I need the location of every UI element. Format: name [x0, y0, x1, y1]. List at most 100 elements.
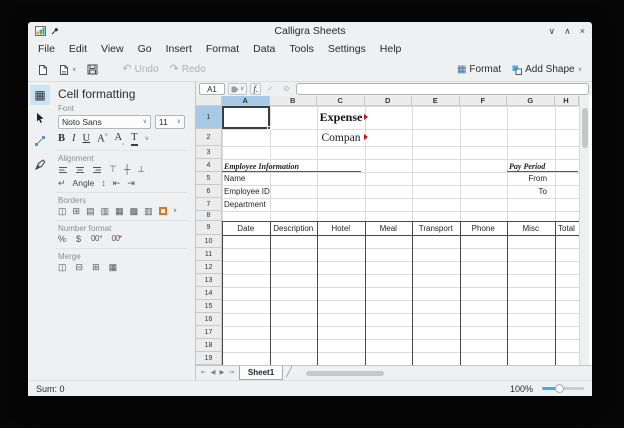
border-right-button[interactable]: ⊞ — [73, 207, 81, 216]
row-header-8[interactable]: 8 — [196, 211, 222, 221]
row-header-7[interactable]: 7 — [196, 198, 222, 211]
close-button[interactable]: × — [580, 27, 585, 36]
align-left-button[interactable] — [58, 165, 68, 175]
row-header-2[interactable]: 2 — [196, 129, 222, 146]
row-header-12[interactable]: 12 — [196, 261, 222, 274]
cell-reference-box[interactable]: A1 — [199, 83, 225, 95]
align-top-button[interactable]: ⊤ — [109, 165, 117, 174]
row-header-16[interactable]: 16 — [196, 313, 222, 326]
connector-tool-button[interactable] — [30, 131, 50, 151]
cell-company-subtitle[interactable]: Compan — [315, 129, 367, 146]
cancel-edit-button[interactable]: ⊘ — [280, 83, 293, 95]
pen-tool-button[interactable] — [30, 154, 50, 174]
superscript-button[interactable]: A^ — [97, 133, 107, 145]
cell-name-label[interactable]: Name — [224, 172, 245, 185]
vertical-text-button[interactable]: ↕ — [101, 179, 106, 188]
sheet-grid[interactable]: Expense Compan Employee Information Pay … — [196, 96, 592, 365]
border-color-button[interactable] — [159, 207, 167, 215]
first-sheet-button[interactable]: ⇤ — [201, 370, 206, 377]
menu-insert[interactable]: Insert — [159, 42, 199, 56]
money-format-button[interactable]: $ — [76, 235, 81, 244]
row-header-13[interactable]: 13 — [196, 274, 222, 287]
font-family-select[interactable]: Noto Sans ∨ — [58, 115, 151, 129]
row-header-18[interactable]: 18 — [196, 339, 222, 352]
cell-table-header-phone[interactable]: Phone — [460, 221, 508, 235]
redo-button[interactable]: ↷ Redo — [167, 62, 209, 77]
decrease-precision-button[interactable]: 00▸ — [111, 235, 121, 243]
border-all-button[interactable]: ▦ — [115, 207, 124, 216]
align-center-button[interactable] — [75, 165, 85, 175]
column-header-h[interactable]: H — [555, 96, 579, 106]
column-header-b[interactable]: B — [270, 96, 318, 106]
vertical-scrollbar-thumb[interactable] — [582, 108, 588, 148]
italic-button[interactable]: I — [72, 134, 76, 145]
unmerge-cells-button[interactable]: ▦ — [109, 263, 118, 272]
menu-edit[interactable]: Edit — [62, 42, 94, 56]
cell-table-header-meal[interactable]: Meal — [365, 221, 413, 235]
bold-button[interactable]: B — [58, 134, 65, 145]
menu-settings[interactable]: Settings — [321, 42, 373, 56]
cell-pay-period[interactable]: Pay Period — [507, 159, 578, 172]
cell-department-label[interactable]: Department — [224, 198, 266, 211]
apply-button[interactable]: ✓ — [264, 83, 277, 95]
cell-table-header-description[interactable]: Description — [270, 221, 318, 235]
formula-button[interactable]: f. — [250, 83, 261, 95]
merge-horizontal-button[interactable]: ⊟ — [76, 263, 84, 272]
cell-table-header-transport[interactable]: Transport — [412, 221, 460, 235]
cell-tool-button[interactable]: ▦ — [30, 85, 50, 105]
row-header-6[interactable]: 6 — [196, 185, 222, 198]
open-document-button[interactable]: ∨ — [56, 62, 79, 78]
menu-format[interactable]: Format — [199, 42, 246, 56]
row-header-4[interactable]: 4 — [196, 159, 222, 172]
decrease-indent-button[interactable]: ⇤ — [113, 179, 121, 188]
vertical-scrollbar[interactable] — [579, 96, 589, 365]
menu-view[interactable]: View — [94, 42, 131, 56]
column-header-c[interactable]: C — [317, 96, 365, 106]
open-dropdown-chevron-icon[interactable]: ∨ — [72, 67, 76, 73]
column-header-d[interactable]: D — [365, 96, 413, 106]
subscript-button[interactable]: Aˬ — [115, 133, 125, 145]
border-remove-button[interactable]: ▥ — [144, 207, 153, 216]
selection-fill-handle[interactable] — [267, 126, 271, 130]
cell-employee-information[interactable]: Employee Information — [222, 159, 361, 172]
increase-precision-button[interactable]: 00◂ — [91, 235, 101, 243]
cell-employee-id-label[interactable]: Employee ID — [224, 185, 270, 198]
angle-button[interactable]: Angle — [73, 179, 95, 188]
last-sheet-button[interactable]: ⇥ — [228, 370, 233, 377]
row-header-14[interactable]: 14 — [196, 287, 222, 300]
sheet-tab[interactable]: Sheet1 — [239, 366, 283, 380]
menu-data[interactable]: Data — [246, 42, 282, 56]
cell-table-header-misc[interactable]: Misc — [507, 221, 555, 235]
column-header-e[interactable]: E — [412, 96, 460, 106]
merge-vertical-button[interactable]: ⊞ — [92, 263, 100, 272]
maximize-button[interactable]: ∧ — [564, 27, 571, 36]
menu-go[interactable]: Go — [131, 42, 159, 56]
row-header-15[interactable]: 15 — [196, 300, 222, 313]
border-bottom-button[interactable]: ▥ — [101, 207, 110, 216]
formula-input[interactable] — [296, 83, 589, 95]
menu-help[interactable]: Help — [373, 42, 409, 56]
menu-file[interactable]: File — [31, 42, 62, 56]
align-bottom-button[interactable]: ⊥ — [137, 165, 145, 174]
row-header-9[interactable]: 9 — [196, 221, 222, 235]
selected-cell-a1[interactable] — [222, 106, 270, 129]
select-all-corner[interactable] — [196, 96, 222, 106]
underline-button[interactable]: U — [83, 134, 91, 145]
cell-table-header-date[interactable]: Date — [222, 221, 270, 235]
column-header-f[interactable]: F — [460, 96, 508, 106]
format-button[interactable]: ▦ Format — [454, 63, 504, 77]
text-color-button[interactable]: T — [131, 133, 137, 146]
border-color-chevron-icon[interactable]: ∨ — [173, 208, 177, 214]
column-header-g[interactable]: G — [507, 96, 555, 106]
minimize-button[interactable]: ∨ — [549, 27, 556, 36]
row-header-19[interactable]: 19 — [196, 352, 222, 365]
named-ranges-button[interactable]: ∨ — [228, 83, 247, 95]
border-outline-button[interactable]: ▩ — [130, 207, 139, 216]
font-size-select[interactable]: 11 ∨ — [155, 115, 185, 129]
text-color-chevron-icon[interactable]: ∨ — [145, 136, 149, 142]
increase-indent-button[interactable]: ⇥ — [127, 179, 135, 188]
row-header-3[interactable]: 3 — [196, 146, 222, 159]
next-sheet-button[interactable]: ▶ — [219, 370, 224, 377]
pin-icon[interactable] — [51, 27, 59, 35]
previous-sheet-button[interactable]: ◀ — [210, 370, 215, 377]
